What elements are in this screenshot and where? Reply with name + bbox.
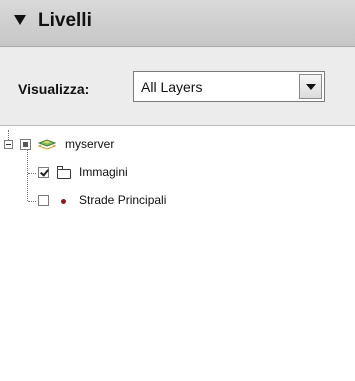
tree-node-label: Strade Principali (79, 193, 167, 207)
folder-icon (57, 166, 71, 179)
tree-node-label: Immagini (79, 165, 128, 179)
point-symbol-icon (61, 199, 66, 204)
layer-checkbox[interactable] (20, 139, 31, 150)
visualizza-label: Visualizza: (18, 81, 90, 97)
layers-panel: Livelli Visualizza: All Layers myserver (0, 0, 355, 381)
panel-title: Livelli (38, 10, 92, 31)
tree-guide-root (8, 130, 9, 140)
chevron-down-icon (306, 84, 316, 90)
tree-guide-branch-2 (28, 201, 36, 202)
collapse-toggle[interactable] (4, 140, 13, 149)
tree-guide-branch-1 (28, 173, 36, 174)
tree-node-label: myserver (65, 137, 115, 151)
layer-filter-select[interactable]: All Layers (133, 71, 325, 102)
layers-icon (38, 139, 56, 150)
layer-controls: Visualizza: All Layers (0, 47, 355, 126)
layer-checkbox[interactable] (38, 195, 49, 206)
layer-filter-value: All Layers (141, 79, 203, 95)
layer-checkbox[interactable] (38, 167, 49, 178)
dropdown-button[interactable] (299, 74, 322, 99)
triangle-down-icon[interactable] (14, 15, 26, 25)
layer-tree: myserver Immagini Strade Principali (0, 126, 355, 381)
panel-header[interactable]: Livelli (0, 0, 355, 47)
